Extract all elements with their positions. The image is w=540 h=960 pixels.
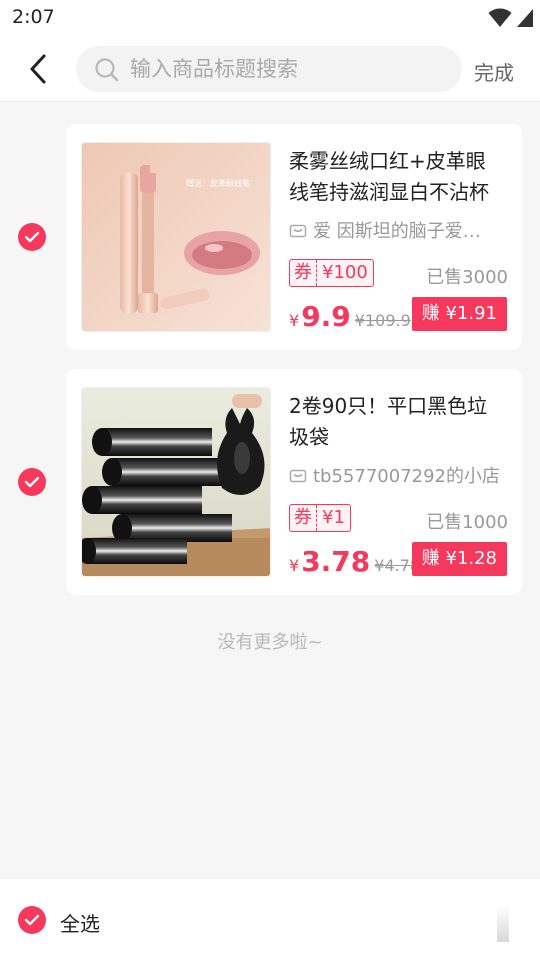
product-card[interactable]: 2卷90只！平口黑色垃圾袋 tb5577007292的小店 券 ¥1 已售100…	[66, 369, 522, 595]
coupon-badge: 券 ¥100	[289, 259, 374, 287]
current-price: 3.78	[301, 545, 371, 578]
sold-count: 已售3000	[426, 267, 508, 288]
price-row: ¥ 9.9 ¥109.9	[289, 300, 411, 334]
earn-badge: 赚 ¥1.91	[411, 297, 507, 331]
back-button[interactable]	[22, 52, 54, 86]
item-checkbox[interactable]	[18, 223, 46, 251]
current-price: 9.9	[301, 300, 351, 333]
checkmark-icon	[24, 231, 40, 243]
bottom-bar: 全选	[0, 879, 540, 960]
status-time: 2:07	[12, 6, 55, 28]
price-currency: ¥	[289, 556, 300, 575]
product-card[interactable]: 赠送：皮革眼线笔 柔雾丝绒口红+皮革眼线笔持滋润显白不沾杯 爱 因斯坦的脑子爱……	[66, 124, 522, 350]
product-title[interactable]: 柔雾丝绒口红+皮革眼线笔持滋润显白不沾杯	[289, 146, 505, 208]
coupon-value: ¥100	[322, 262, 368, 283]
search-box[interactable]	[76, 46, 462, 92]
trash-bag-product-image[interactable]	[81, 387, 271, 577]
chevron-left-icon	[30, 54, 46, 84]
coupon-label: 券	[290, 505, 317, 531]
scroll-handle[interactable]	[497, 906, 509, 942]
shop-name-text: 爱 因斯坦的脑子爱…	[313, 221, 481, 242]
checkmark-icon	[24, 476, 40, 488]
coupon-badge: 券 ¥1	[289, 504, 351, 532]
wifi-icon	[488, 8, 512, 27]
coupon-label: 券	[290, 260, 317, 286]
lipstick-product-image[interactable]: 赠送：皮革眼线笔	[81, 142, 271, 332]
image-caption: 赠送：皮革眼线笔	[186, 178, 250, 188]
search-input[interactable]	[130, 46, 450, 92]
select-all-checkbox[interactable]	[18, 906, 46, 934]
item-checkbox[interactable]	[18, 468, 46, 496]
header: 完成	[0, 36, 540, 102]
store-icon	[289, 469, 307, 483]
earn-badge: 赚 ¥1.28	[411, 542, 507, 576]
select-all-label[interactable]: 全选	[60, 908, 100, 937]
shop-name: 爱 因斯坦的脑子爱…	[289, 217, 505, 243]
price-row: ¥ 3.78 ¥4.78	[289, 545, 420, 579]
search-icon	[95, 58, 119, 82]
product-title[interactable]: 2卷90只！平口黑色垃圾袋	[289, 391, 505, 453]
status-bar: 2:07	[0, 0, 540, 36]
shop-name-text: tb5577007292的小店	[313, 466, 501, 487]
sold-count: 已售1000	[426, 512, 508, 533]
signal-icon	[517, 9, 533, 27]
price-currency: ¥	[289, 311, 300, 330]
done-button[interactable]: 完成	[474, 57, 514, 86]
shop-name: tb5577007292的小店	[289, 462, 505, 488]
store-icon	[289, 224, 307, 238]
original-price: ¥109.9	[354, 311, 411, 330]
coupon-value: ¥1	[322, 507, 345, 528]
list-end-text: 没有更多啦~	[217, 632, 323, 653]
checkmark-icon	[24, 914, 40, 926]
